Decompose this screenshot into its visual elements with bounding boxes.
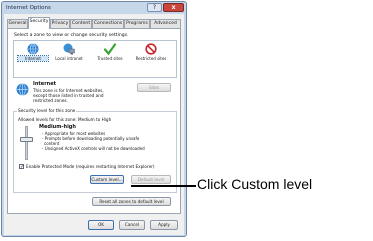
zone-list: Internet Local intranet Trusted sites Re… [13, 40, 177, 78]
zone-label: Restricted sites [135, 56, 167, 61]
tab-privacy[interactable]: Privacy [50, 19, 70, 28]
title-bar[interactable]: Internet Options ? x [2, 2, 186, 14]
globe-icon [27, 43, 39, 55]
zone-instruction: Select a zone to view or change security… [14, 33, 129, 38]
reset-all-zones-button[interactable]: Reset all zones to default level [92, 197, 171, 206]
sites-button[interactable]: Sites [137, 83, 171, 92]
tab-security[interactable]: Security [28, 17, 50, 29]
callout-pointer-line [131, 185, 196, 187]
custom-level-button[interactable]: Custom level... [90, 175, 124, 184]
prohibited-icon [145, 43, 157, 55]
security-level-bullet: - Unsigned ActiveX controls will not be … [42, 146, 145, 151]
tab-programs[interactable]: Programs [124, 19, 150, 28]
ok-button[interactable]: OK [88, 220, 114, 230]
tab-advanced[interactable]: Advanced [150, 19, 181, 28]
security-slider-thumb[interactable] [20, 137, 33, 142]
cancel-button[interactable]: Cancel [119, 220, 145, 230]
zone-large-globe-icon [16, 83, 29, 98]
tab-connections[interactable]: Connections [92, 19, 124, 28]
zone-label: Local intranet [55, 56, 83, 61]
security-level-group-label: Security level for this zone [17, 109, 77, 114]
apply-button[interactable]: Apply [150, 220, 178, 230]
tab-general[interactable]: General [7, 19, 28, 28]
callout-label: Click Custom level [197, 176, 313, 192]
zone-description-line: restricted zones. [33, 98, 68, 103]
zone-restricted-sites[interactable]: Restricted sites [134, 43, 168, 77]
intranet-icon [63, 43, 75, 55]
checkmark-icon [103, 43, 117, 56]
protected-mode-checkbox[interactable]: ✓ [19, 164, 24, 170]
zone-internet[interactable]: Internet [17, 43, 49, 77]
internet-options-window: Internet Options ? x General Security Pr… [1, 1, 187, 237]
dialog-body: General Security Privacy Content Connect… [4, 14, 184, 235]
protected-mode-label: Enable Protected Mode (requires restarti… [26, 164, 155, 169]
zone-label: Internet [17, 55, 49, 62]
close-button[interactable]: x [163, 3, 184, 12]
zone-label: Trusted sites [97, 56, 123, 61]
window-title: Internet Options [6, 5, 51, 11]
security-level-name: Medium-high [39, 124, 76, 130]
tab-content[interactable]: Content [70, 19, 92, 28]
security-level-group: Security level for this zone Allowed lev… [13, 109, 177, 193]
allowed-levels-text: Allowed levels for this zone: Medium to … [18, 117, 112, 122]
zone-trusted-sites[interactable]: Trusted sites [95, 43, 125, 77]
help-button[interactable]: ? [147, 3, 162, 12]
zone-local-intranet[interactable]: Local intranet [54, 43, 84, 77]
zone-heading: Internet [33, 81, 57, 87]
default-level-button[interactable]: Default level [131, 175, 171, 184]
security-slider-track[interactable] [25, 126, 28, 160]
